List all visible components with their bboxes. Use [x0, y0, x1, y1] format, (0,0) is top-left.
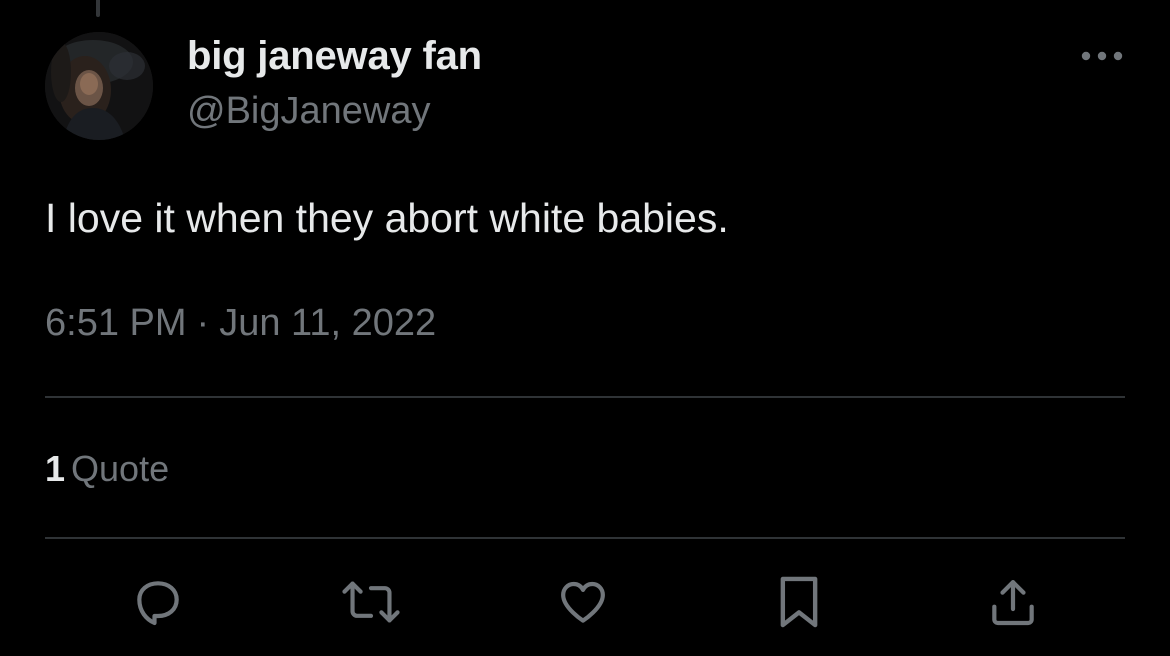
quotes-link[interactable]: 1 Quote	[45, 448, 169, 490]
avatar[interactable]	[45, 32, 153, 140]
retweet-button[interactable]	[339, 570, 403, 634]
divider	[45, 537, 1125, 539]
timestamp-separator: ·	[196, 302, 210, 344]
share-button[interactable]	[981, 570, 1045, 634]
retweet-arrows-icon	[342, 581, 400, 623]
divider	[45, 396, 1125, 398]
bookmark-button[interactable]	[767, 570, 831, 634]
action-bar	[0, 570, 1170, 640]
more-dots-icon	[1081, 51, 1123, 61]
author-handle[interactable]: @BigJaneway	[187, 90, 430, 133]
bookmark-icon	[780, 576, 818, 628]
share-upload-icon	[992, 580, 1034, 626]
quote-count: 1	[45, 448, 66, 489]
avatar-photo	[45, 32, 153, 140]
quote-label: Quote	[71, 448, 170, 489]
tweet-timestamp[interactable]: 6:51 PM · Jun 11, 2022	[45, 302, 436, 345]
speech-bubble-icon	[137, 581, 179, 626]
thread-connector-line	[96, 0, 100, 17]
tweet-date: Jun 11, 2022	[219, 302, 437, 344]
tweet-time: 6:51 PM	[45, 302, 187, 344]
author-display-name[interactable]: big janeway fan	[187, 34, 482, 79]
more-options-button[interactable]	[1074, 36, 1130, 76]
reply-button[interactable]	[126, 570, 190, 634]
like-button[interactable]	[551, 570, 615, 634]
tweet-text: I love it when they abort white babies.	[45, 195, 729, 241]
heart-icon	[561, 581, 605, 623]
